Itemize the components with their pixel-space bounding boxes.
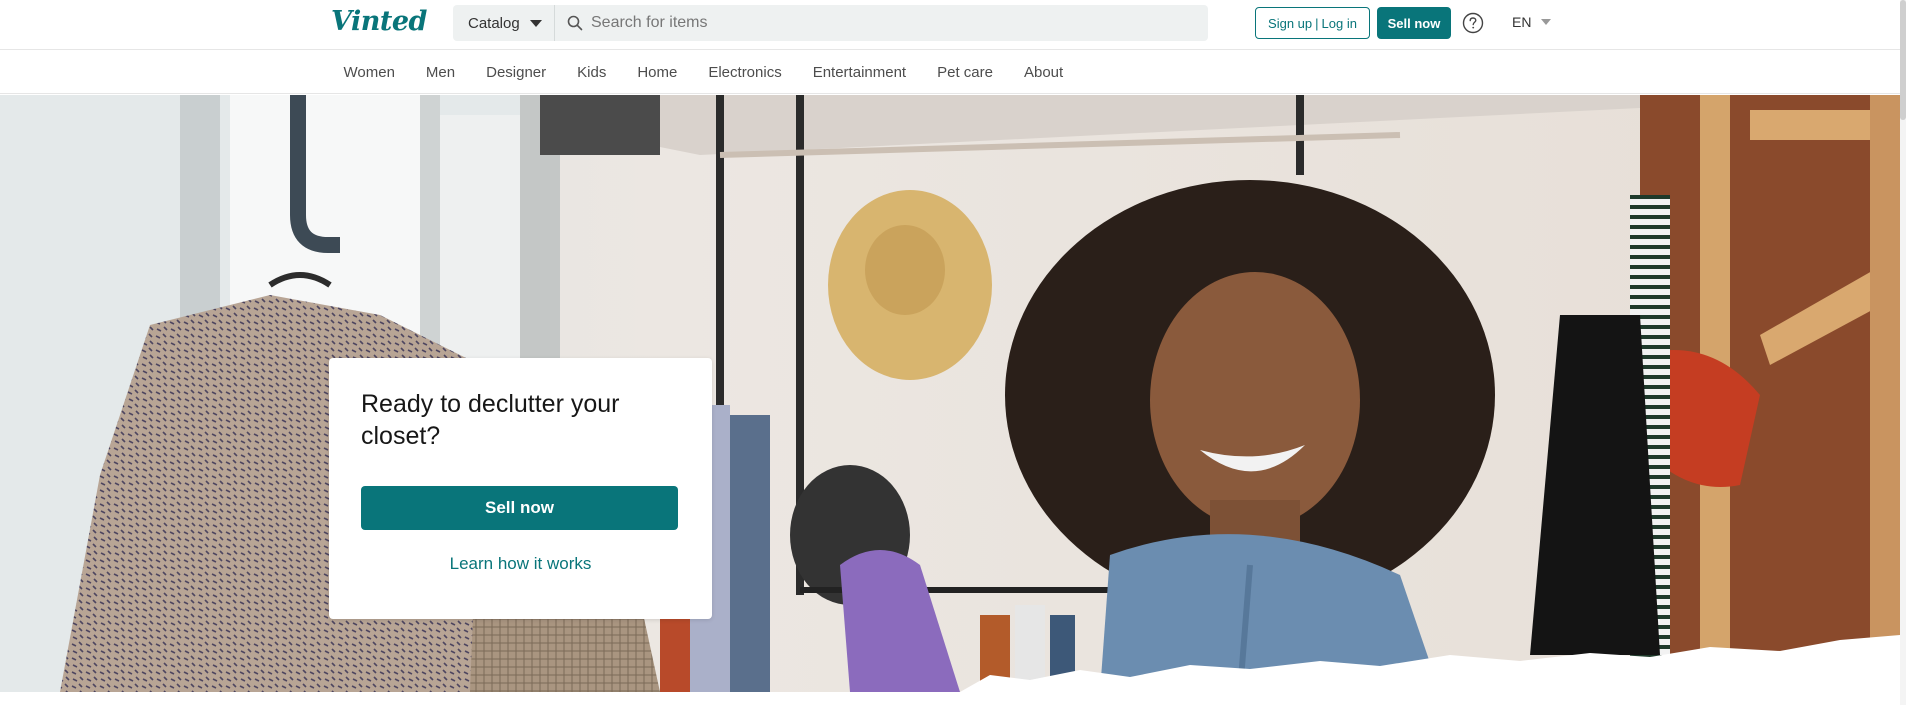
category-men[interactable]: Men	[410, 64, 470, 81]
hero-banner: Ready to declutter your closet? Sell now…	[0, 95, 1900, 692]
scrollbar-thumb[interactable]	[1900, 0, 1906, 120]
category-entertainment[interactable]: Entertainment	[797, 64, 921, 81]
catalog-label: Catalog	[468, 14, 520, 32]
search-bar: Catalog	[453, 5, 1208, 41]
chevron-down-icon	[529, 19, 542, 27]
category-pet-care[interactable]: Pet care	[922, 64, 1009, 81]
signup-login-button[interactable]: Sign up | Log in	[1255, 7, 1370, 39]
hero-sell-now-button[interactable]: Sell now	[361, 486, 678, 530]
category-designer[interactable]: Designer	[471, 64, 562, 81]
chevron-down-icon	[1541, 19, 1552, 25]
language-label: EN	[1512, 14, 1532, 30]
catalog-dropdown[interactable]: Catalog	[453, 5, 555, 41]
learn-how-it-works-link[interactable]: Learn how it works	[361, 554, 680, 574]
search-input[interactable]	[583, 5, 1208, 41]
category-kids[interactable]: Kids	[562, 64, 622, 81]
login-link[interactable]: Log in	[1322, 16, 1357, 31]
category-electronics[interactable]: Electronics	[693, 64, 797, 81]
vinted-logo[interactable]: Vinted	[331, 6, 427, 37]
question-circle-icon[interactable]	[1462, 12, 1484, 34]
category-women[interactable]: Women	[328, 64, 410, 81]
category-home[interactable]: Home	[622, 64, 693, 81]
category-nav: Women Men Designer Kids Home Electronics…	[0, 49, 1906, 94]
category-about[interactable]: About	[1008, 64, 1078, 81]
page-scrollbar[interactable]	[1900, 0, 1906, 705]
hero-photo	[0, 95, 1900, 692]
language-selector[interactable]: EN	[1512, 14, 1552, 30]
declutter-card: Ready to declutter your closet? Sell now…	[329, 358, 712, 619]
signup-link[interactable]: Sign up	[1268, 16, 1312, 31]
auth-separator: |	[1315, 15, 1319, 31]
top-header: Vinted Catalog Sign up | Log in Sell now…	[0, 0, 1906, 49]
hero-title: Ready to declutter your closet?	[361, 390, 620, 450]
search-icon	[567, 15, 583, 31]
sell-now-button[interactable]: Sell now	[1377, 7, 1451, 39]
